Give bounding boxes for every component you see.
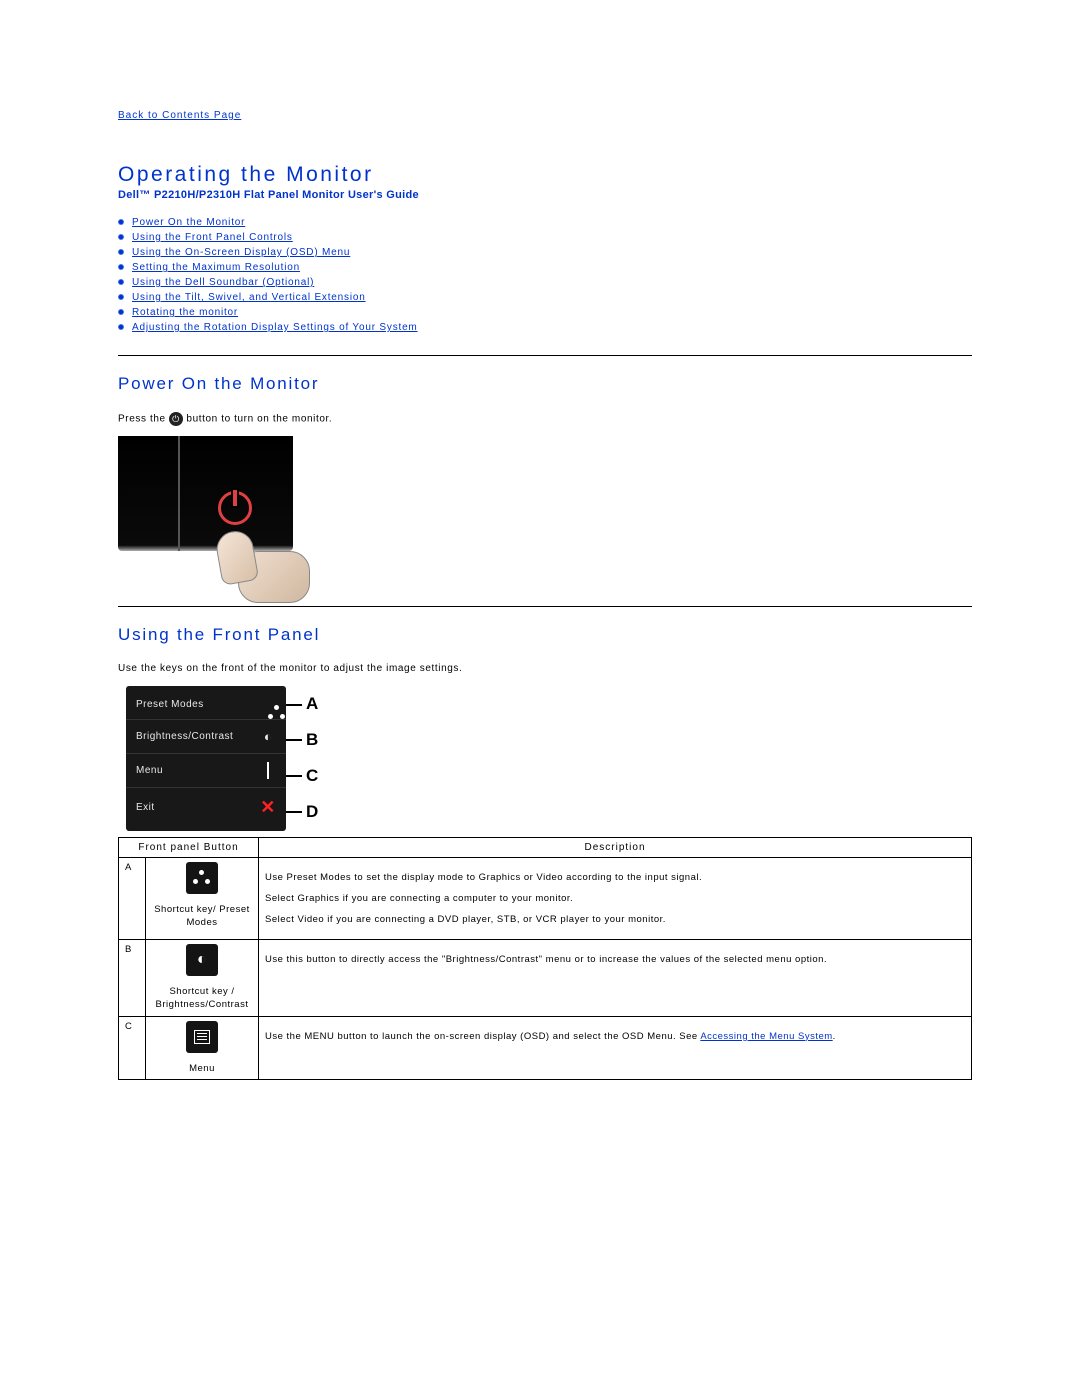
back-to-contents-link[interactable]: Back to Contents Page [118,110,241,121]
row-letter: A [119,858,146,940]
description-text: Use Preset Modes to set the display mode… [265,872,965,883]
front-panel-table: Front panel Button Description A Shortcu… [118,837,972,1080]
toc-link-tilt-swivel[interactable]: Using the Tilt, Swivel, and Vertical Ext… [132,292,366,303]
toc-link-osd-menu[interactable]: Using the On-Screen Display (OSD) Menu [132,247,350,258]
osd-letter-b: B [306,730,319,750]
osd-letter-a: A [306,694,319,714]
osd-illustration: Preset Modes Brightness/Contrast ◐ Menu … [126,686,356,831]
icon-caption: Menu [152,1063,252,1076]
toc-link-front-panel-controls[interactable]: Using the Front Panel Controls [132,232,293,243]
power-icon: ⏻ [169,412,183,426]
divider [118,355,972,356]
icon-caption: Shortcut key / Brightness/Contrast [152,986,252,1012]
osd-row-preset-modes: Preset Modes [126,690,286,720]
table-header-button: Front panel Button [119,838,259,858]
osd-label: Exit [136,802,155,813]
brightness-icon: ◐ [260,729,276,744]
osd-label: Menu [136,765,163,776]
row-letter: C [119,1016,146,1080]
toc-link-rotation-settings[interactable]: Adjusting the Rotation Display Settings … [132,322,418,333]
accessing-menu-link[interactable]: Accessing the Menu System [700,1031,832,1042]
power-text-before: Press the [118,414,169,425]
osd-row-brightness: Brightness/Contrast ◐ [126,720,286,754]
osd-letter-c: C [306,766,319,786]
osd-label: Preset Modes [136,699,204,710]
divider [118,606,972,607]
menu-icon [186,1021,218,1053]
toc-link-max-resolution[interactable]: Setting the Maximum Resolution [132,262,300,273]
toc-list: Power On the Monitor Using the Front Pan… [118,215,972,335]
icon-caption: Shortcut key/ Preset Modes [152,904,252,930]
description-text: Use the MENU button to launch the on-scr… [265,1031,965,1042]
exit-icon: ✕ [260,797,276,818]
toc-link-soundbar[interactable]: Using the Dell Soundbar (Optional) [132,277,314,288]
table-header-description: Description [259,838,972,858]
power-on-text: Press the ⏻ button to turn on the monito… [118,412,972,426]
preset-modes-icon [186,862,218,894]
page-subtitle: Dell™ P2210H/P2310H Flat Panel Monitor U… [118,189,972,201]
front-panel-intro: Use the keys on the front of the monitor… [118,663,972,674]
power-press-illustration [118,436,293,586]
section-heading-front-panel: Using the Front Panel [118,625,972,645]
description-text: Use this button to directly access the "… [265,954,965,965]
page-title: Operating the Monitor [118,163,972,187]
toc-link-rotating[interactable]: Rotating the monitor [132,307,238,318]
osd-row-exit: Exit ✕ [126,788,286,827]
description-text: Select Video if you are connecting a DVD… [265,914,965,925]
brightness-icon: ◐ [186,944,218,976]
toc-link-power-on[interactable]: Power On the Monitor [132,217,245,228]
menu-icon [260,763,276,778]
osd-letter-d: D [306,802,319,822]
power-text-after: button to turn on the monitor. [186,414,332,425]
table-row: B ◐ Shortcut key / Brightness/Contrast U… [119,940,972,1017]
section-heading-power: Power On the Monitor [118,374,972,394]
description-text: Select Graphics if you are connecting a … [265,893,965,904]
osd-row-menu: Menu [126,754,286,788]
table-row: C Menu Use the MENU button to launch the… [119,1016,972,1080]
row-letter: B [119,940,146,1017]
osd-label: Brightness/Contrast [136,731,233,742]
table-row: A Shortcut key/ Preset Modes Use Preset … [119,858,972,940]
